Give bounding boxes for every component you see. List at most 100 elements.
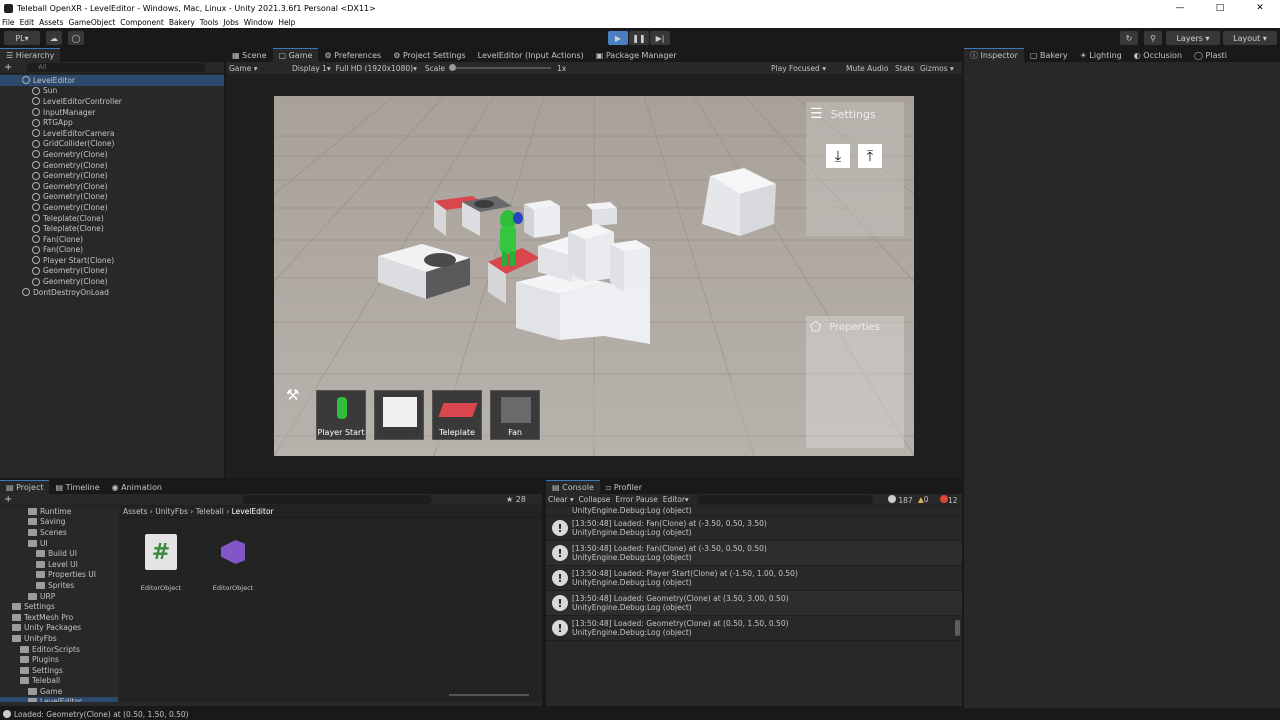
project-folder[interactable]: Level UI (0, 559, 118, 570)
project-folder[interactable]: UnityFbs (0, 633, 118, 644)
tab-preferences[interactable]: ⚙ Preferences (318, 48, 387, 62)
dontdestroy-root[interactable]: DontDestroyOnLoad (0, 287, 224, 298)
clear-button[interactable]: Clear (548, 495, 568, 504)
breadcrumb-assets[interactable]: Assets (123, 507, 147, 516)
gizmos-dropdown[interactable]: Gizmos ▾ (920, 64, 954, 73)
hierarchy-item[interactable]: Geometry(Clone) (0, 276, 224, 287)
collapse-button[interactable]: Collapse (579, 495, 611, 504)
tab-console[interactable]: ▤ Console (546, 480, 600, 494)
scene-root[interactable]: LevelEditor (0, 75, 224, 86)
history-icon[interactable]: ↻ (1120, 31, 1138, 45)
project-folder[interactable]: Runtime (0, 506, 118, 517)
tab-plastic[interactable]: ◯ Plasti (1188, 48, 1233, 62)
project-folder[interactable]: URP (0, 591, 118, 602)
project-folder[interactable]: Saving (0, 517, 118, 528)
menu-help[interactable]: Help (278, 18, 295, 27)
play-focused-dropdown[interactable]: Play Focused ▾ (771, 64, 826, 73)
hierarchy-item[interactable]: Fan(Clone) (0, 245, 224, 256)
tools-icon[interactable]: ⚒ (286, 386, 299, 404)
hierarchy-item[interactable]: Geometry(Clone) (0, 181, 224, 192)
console-entry[interactable]: ! [13:50:48] Loaded: Fan(Clone) at (-3.50… (546, 516, 962, 541)
tab-project[interactable]: ▤ Project (0, 480, 50, 494)
console-entry[interactable]: ! [13:50:48] Loaded: Geometry(Clone) at (… (546, 616, 962, 641)
icon-size-slider[interactable] (449, 694, 529, 696)
tab-occlusion[interactable]: ◐ Occlusion (1128, 48, 1188, 62)
project-folder[interactable]: LevelEditor (0, 696, 118, 702)
hierarchy-item[interactable]: GridCollider(Clone) (0, 139, 224, 150)
hotbar-item-geometry[interactable]: Geometry (374, 390, 424, 440)
tab-timeline[interactable]: ▤ Timeline (49, 480, 105, 494)
menu-component[interactable]: Component (120, 18, 164, 27)
collab-icon[interactable]: ◯ (68, 31, 84, 45)
add-icon[interactable]: + (4, 62, 12, 73)
menu-window[interactable]: Window (244, 18, 274, 27)
tab-inspector[interactable]: ⓘ Inspector (964, 48, 1024, 62)
breadcrumb-leveleditor[interactable]: LevelEditor (232, 507, 274, 516)
stats-toggle[interactable]: Stats (895, 64, 914, 73)
resolution-dropdown[interactable]: Full HD (1920x1080)▾ (336, 64, 417, 73)
menu-assets[interactable]: Assets (39, 18, 63, 27)
account-button[interactable]: PL ▾ (4, 31, 40, 45)
hierarchy-item[interactable]: Geometry(Clone) (0, 160, 224, 171)
upload-icon[interactable]: ⤒ (858, 144, 882, 168)
hierarchy-item[interactable]: Teleplate(Clone) (0, 223, 224, 234)
project-folder[interactable]: Properties UI (0, 570, 118, 581)
hierarchy-item[interactable]: Geometry(Clone) (0, 202, 224, 213)
hierarchy-item[interactable]: Fan(Clone) (0, 234, 224, 245)
console-entry[interactable]: ! [13:50:48] Loaded: Player Start(Clone) … (546, 566, 962, 591)
project-folder[interactable]: EditorScripts (0, 644, 118, 655)
pause-button[interactable]: ❚❚ (629, 31, 649, 45)
tab-input-actions[interactable]: LevelEditor (Input Actions) (472, 48, 590, 62)
project-search-input[interactable] (242, 495, 433, 504)
project-folder[interactable]: Sprites (0, 580, 118, 591)
mute-audio-toggle[interactable]: Mute Audio (846, 64, 888, 73)
layers-dropdown[interactable]: Layers ▾ (1166, 31, 1220, 45)
step-button[interactable]: ▶| (650, 31, 670, 45)
asset-editorobject-cs[interactable]: # EditorObject (133, 534, 189, 592)
hotbar-item-player-start[interactable]: Player Start (316, 390, 366, 440)
console-entry-partial[interactable]: UnityEngine.Debug:Log (object) (546, 506, 962, 516)
console-entry[interactable]: ! [13:50:48] Loaded: Geometry(Clone) at (… (546, 591, 962, 616)
hierarchy-item[interactable]: Geometry(Clone) (0, 266, 224, 277)
menu-bakery[interactable]: Bakery (169, 18, 195, 27)
hierarchy-item[interactable]: InputManager (0, 107, 224, 118)
menu-file[interactable]: File (2, 18, 15, 27)
minimize-button[interactable]: — (1160, 0, 1200, 16)
error-pause-button[interactable]: Error Pause (615, 495, 658, 504)
tab-package-manager[interactable]: ▣ Package Manager (590, 48, 683, 62)
add-asset-button[interactable]: + (4, 494, 12, 505)
hotbar-item-fan[interactable]: Fan (490, 390, 540, 440)
breadcrumb-unityfbs[interactable]: UnityFbs (155, 507, 188, 516)
hierarchy-item[interactable]: LevelEditorController (0, 96, 224, 107)
info-count[interactable]: 187 (888, 494, 913, 505)
menu-jobs[interactable]: Jobs (223, 18, 238, 27)
project-folder[interactable]: Plugins (0, 654, 118, 665)
project-folder[interactable]: Unity Packages (0, 623, 118, 634)
warn-count[interactable]: ▲0 (918, 495, 929, 504)
hierarchy-search-input[interactable]: All (26, 63, 207, 72)
tab-game[interactable]: ▢ Game (272, 48, 319, 62)
tab-scene[interactable]: ▦ Scene (226, 48, 273, 62)
project-folder[interactable]: Scenes (0, 527, 118, 538)
game-mode-dropdown[interactable]: Game ▾ (229, 64, 287, 73)
hierarchy-item[interactable]: LevelEditorCamera (0, 128, 224, 139)
game-view[interactable]: ☰ Settings ⤓ ⤒ ⬠ Properties ⚒ Player Sta… (274, 96, 914, 456)
hierarchy-item[interactable]: Geometry(Clone) (0, 149, 224, 160)
hierarchy-item[interactable]: Teleplate(Clone) (0, 213, 224, 224)
menu-gameobject[interactable]: GameObject (69, 18, 116, 27)
console-scrollbar[interactable] (955, 620, 960, 636)
tab-profiler[interactable]: ▫ Profiler (600, 480, 648, 494)
project-folder[interactable]: TextMesh Pro (0, 612, 118, 623)
console-entry[interactable]: ! [13:50:48] Loaded: Fan(Clone) at (-3.50… (546, 541, 962, 566)
tab-hierarchy[interactable]: ☰ Hierarchy (0, 48, 61, 62)
hierarchy-item[interactable]: Geometry(Clone) (0, 192, 224, 203)
tab-animation[interactable]: ◉ Animation (106, 480, 168, 494)
hierarchy-item[interactable]: Player Start(Clone) (0, 255, 224, 266)
tab-project-settings[interactable]: ⚙ Project Settings (387, 48, 471, 62)
tab-lighting[interactable]: ☀ Lighting (1074, 48, 1128, 62)
layout-dropdown[interactable]: Layout ▾ (1223, 31, 1277, 45)
project-folder[interactable]: Game (0, 686, 118, 697)
hierarchy-item[interactable]: RTGApp (0, 117, 224, 128)
project-folder[interactable]: Settings (0, 601, 118, 612)
error-count[interactable]: 12 (940, 494, 958, 505)
